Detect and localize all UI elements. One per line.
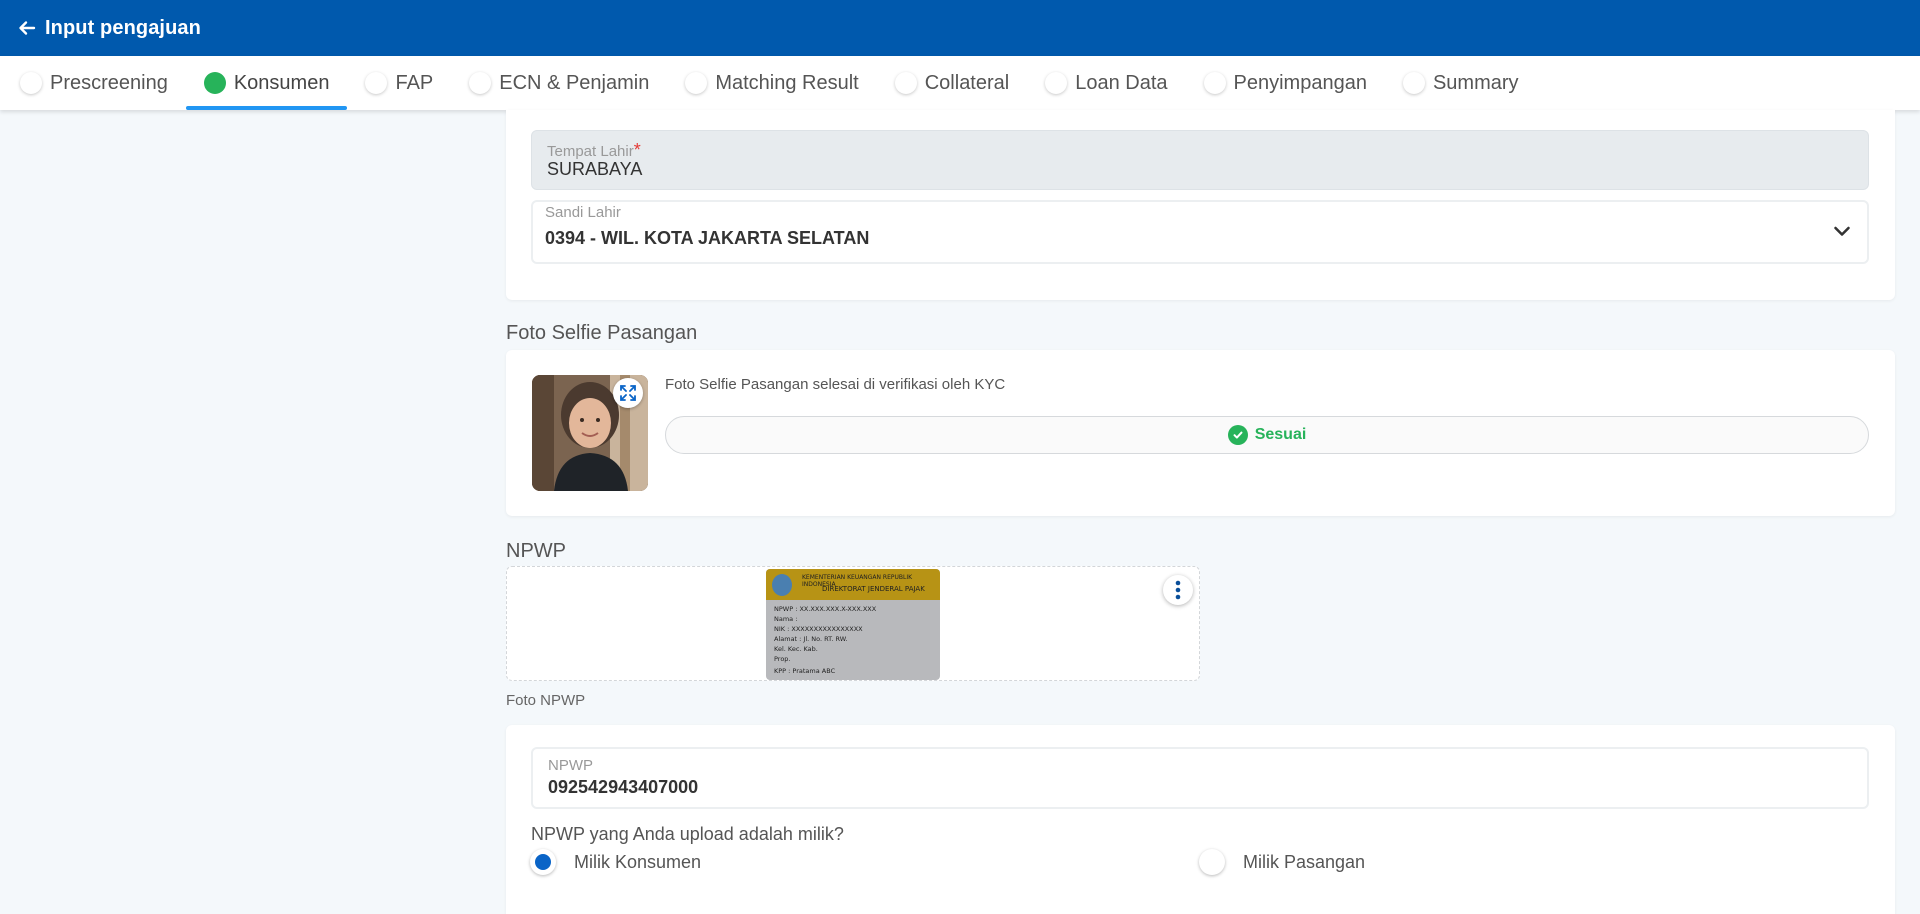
step-status-icon xyxy=(1402,72,1425,94)
step-status-icon xyxy=(894,72,917,94)
field-label: Sandi Lahir xyxy=(545,204,621,221)
tab-penyimpangan[interactable]: Penyimpangan xyxy=(1186,56,1385,110)
step-status-icon xyxy=(203,72,226,94)
tab-loan-data[interactable]: Loan Data xyxy=(1027,56,1185,110)
npwp-owner-question: NPWP yang Anda upload adalah milik? xyxy=(531,824,844,844)
chevron-down-icon[interactable] xyxy=(1831,220,1853,242)
step-status-icon xyxy=(365,72,388,94)
card-nama-line: Nama : xyxy=(774,615,798,623)
garuda-emblem-icon xyxy=(772,574,792,596)
radio-milik-pasangan[interactable]: Milik Pasangan xyxy=(1199,849,1365,875)
tab-label: Collateral xyxy=(924,71,1010,94)
tab-label: Loan Data xyxy=(1075,71,1168,94)
card-nik-line: NIK : XXXXXXXXXXXXXXXX xyxy=(774,625,863,633)
expand-icon xyxy=(620,385,636,401)
radio-checked-icon[interactable] xyxy=(530,849,556,875)
radio-label: Milik Konsumen xyxy=(574,851,702,872)
required-mark: * xyxy=(633,140,641,160)
npwp-form-card: NPWP 092542943407000 NPWP yang Anda uplo… xyxy=(506,725,1895,914)
card-alamat-line: Alamat : Jl. No. RT. RW. xyxy=(774,635,848,643)
tab-label: Penyimpangan xyxy=(1233,71,1367,94)
selfie-card: Foto Selfie Pasangan selesai di verifika… xyxy=(506,350,1895,516)
step-status-icon xyxy=(685,72,708,94)
npwp-number-field[interactable]: NPWP 092542943407000 xyxy=(531,747,1869,809)
back-arrow-icon[interactable] xyxy=(18,19,36,37)
step-status-icon xyxy=(1203,72,1226,94)
card-header-line2: DIREKTORAT JENDERAL PAJAK xyxy=(822,585,925,593)
npwp-photo-caption: Foto NPWP xyxy=(506,692,586,709)
kyc-status-text: Sesuai xyxy=(1254,426,1307,443)
app-header: Input pengajuan xyxy=(0,0,1920,56)
npwp-card-image[interactable]: KEMENTERIAN KEUANGAN REPUBLIK INDONESIA … xyxy=(766,569,940,680)
tab-label: Summary xyxy=(1432,71,1519,94)
tab-summary[interactable]: Summary xyxy=(1385,56,1537,110)
radio-milik-konsumen[interactable]: Milik Konsumen xyxy=(530,849,701,875)
tab-collateral[interactable]: Collateral xyxy=(877,56,1027,110)
more-vert-icon xyxy=(1175,580,1181,600)
npwp-upload-area[interactable]: KEMENTERIAN KEUANGAN REPUBLIK INDONESIA … xyxy=(506,566,1200,681)
radio-label: Milik Pasangan xyxy=(1243,851,1366,872)
sandi-lahir-value: 0394 - WIL. KOTA JAKARTA SELATAN xyxy=(545,228,870,248)
kyc-status-badge: Sesuai xyxy=(665,416,1869,454)
field-label: NPWP xyxy=(548,757,593,774)
page-title: Input pengajuan xyxy=(45,16,201,39)
tab-label: FAP xyxy=(395,71,434,94)
tab-label: Prescreening xyxy=(50,71,168,94)
field-label: Tempat Lahir* xyxy=(547,140,641,160)
check-circle-icon xyxy=(1227,425,1248,445)
tab-label: Matching Result xyxy=(715,71,859,94)
npwp-section-title: NPWP xyxy=(506,540,566,562)
card-npwp-line: NPWP : XX.XXX.XXX.X-XXX.XXX xyxy=(774,605,877,613)
radio-unchecked-icon[interactable] xyxy=(1199,849,1225,875)
more-options-button[interactable] xyxy=(1163,575,1193,605)
selfie-section-title: Foto Selfie Pasangan xyxy=(506,322,698,344)
tempat-lahir-value: SURABAYA xyxy=(547,159,643,179)
step-status-icon xyxy=(1045,72,1068,94)
tab-prescreening[interactable]: Prescreening xyxy=(2,56,186,110)
tab-matching-result[interactable]: Matching Result xyxy=(667,56,876,110)
card-prop-line: Prop. xyxy=(774,655,791,663)
tab-label: ECN & Penjamin xyxy=(499,71,650,94)
tab-fap[interactable]: FAP xyxy=(347,56,451,110)
step-tabs: Prescreening Konsumen FAP ECN & Penjamin… xyxy=(0,56,1920,110)
birth-info-card: Tempat Lahir* SURABAYA Sandi Lahir 0394 … xyxy=(506,110,1895,300)
step-status-icon xyxy=(469,72,492,94)
card-kel-line: Kel. Kec. Kab. xyxy=(774,645,818,653)
npwp-number-value: 092542943407000 xyxy=(548,777,699,797)
tab-ecn-penjamin[interactable]: ECN & Penjamin xyxy=(451,56,667,110)
tab-label: Konsumen xyxy=(233,71,330,94)
tab-konsumen[interactable]: Konsumen xyxy=(185,56,348,110)
expand-photo-button[interactable] xyxy=(613,378,643,408)
sandi-lahir-select[interactable]: Sandi Lahir 0394 - WIL. KOTA JAKARTA SEL… xyxy=(531,200,1869,264)
tempat-lahir-field: Tempat Lahir* SURABAYA xyxy=(531,130,1869,190)
step-status-icon xyxy=(20,72,42,94)
card-kpp-line: KPP : Pratama ABC xyxy=(774,667,836,675)
selfie-verification-caption: Foto Selfie Pasangan selesai di verifika… xyxy=(665,376,1006,393)
